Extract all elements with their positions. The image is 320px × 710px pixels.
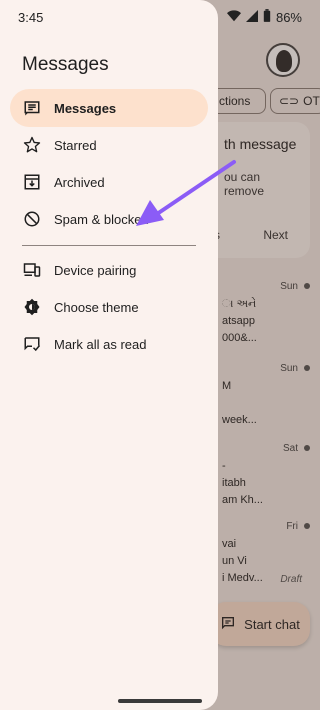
status-icons: 86% [226,9,302,25]
nav-item-device-pairing[interactable]: Device pairing [10,251,208,289]
status-time: 3:45 [18,9,44,25]
theme-icon [22,297,42,317]
battery-icon [263,9,271,25]
mark-read-icon [22,334,42,354]
gesture-bar[interactable] [118,699,202,703]
nav-item-messages[interactable]: Messages [10,89,208,127]
nav-item-label: Device pairing [54,262,137,278]
battery-percent: 86% [275,9,302,25]
nav-item-mark-all-read[interactable]: Mark all as read [10,325,208,363]
device-pairing-icon [22,260,42,280]
nav-item-label: Archived [54,174,105,190]
signal-icon [245,9,258,25]
block-icon [22,209,42,229]
annotation-arrow-icon [136,160,236,226]
status-bar: 3:45 86% [0,0,320,34]
star-icon [22,135,42,155]
drawer-title: Messages [22,54,109,75]
wifi-icon [226,9,241,25]
messages-icon [22,98,42,118]
drawer-divider [22,245,196,246]
navigation-drawer: Messages Messages Starred Archived Spam … [0,0,218,710]
nav-item-label: Choose theme [54,299,139,315]
nav-item-label: Messages [54,100,117,116]
archive-icon [22,172,42,192]
nav-item-label: Mark all as read [54,336,147,352]
nav-item-label: Starred [54,137,97,153]
nav-item-choose-theme[interactable]: Choose theme [10,288,208,326]
